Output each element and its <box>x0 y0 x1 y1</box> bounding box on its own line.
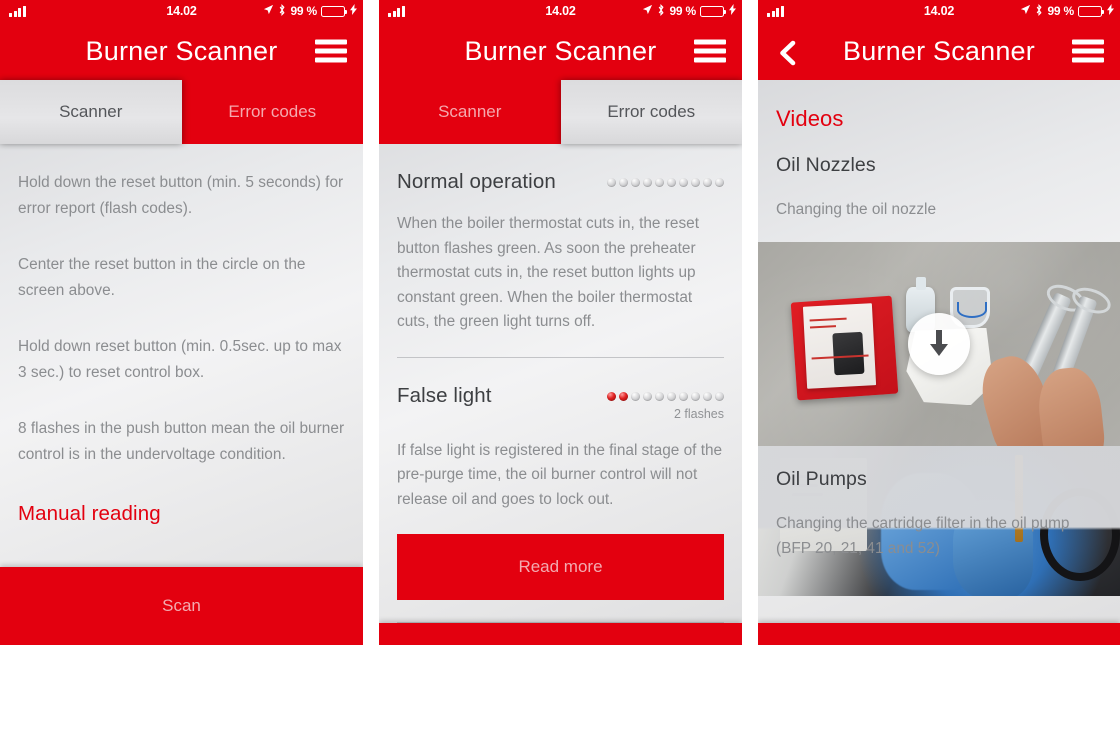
tab-scanner[interactable]: Scanner <box>0 80 182 144</box>
status-right-cluster: 99 % <box>263 4 357 18</box>
bluetooth-icon <box>657 4 665 18</box>
charging-bolt-icon <box>350 4 357 18</box>
status-right-cluster: 99 % <box>642 4 736 18</box>
phone-screen-error-codes-tab: 14.02 99 % Burner Scanner Scanner Error … <box>379 0 742 645</box>
status-right-cluster: 99 % <box>1020 4 1114 18</box>
page-title: Burner Scanner <box>464 35 657 66</box>
hamburger-menu-icon[interactable] <box>315 39 347 63</box>
manual-reading-link[interactable]: Manual reading <box>18 502 345 526</box>
instruction-paragraph-4: 8 flashes in the push button mean the oi… <box>18 420 345 463</box>
video-title: Oil Nozzles <box>776 154 876 176</box>
phone-screen-videos: 14.02 99 % Burner Scanner Videos Oil Noz… <box>758 0 1120 645</box>
nav-bar: Burner Scanner <box>0 22 363 80</box>
flash-led-indicator <box>607 384 724 401</box>
instruction-paragraph-1: Hold down the reset button (min. 5 secon… <box>18 174 344 217</box>
hamburger-menu-icon[interactable] <box>694 39 726 63</box>
section-title: Normal operation <box>397 170 556 193</box>
page-title: Burner Scanner <box>85 35 278 66</box>
error-code-section-normal-operation[interactable]: Normal operation When the boiler thermos… <box>379 144 742 335</box>
nav-bar: Burner Scanner <box>379 22 742 80</box>
scanner-content: Hold down the reset button (min. 5 secon… <box>0 144 363 567</box>
section-title: False light <box>397 383 492 407</box>
video-title: Oil Pumps <box>776 468 867 490</box>
status-bar: 14.02 99 % <box>379 0 742 22</box>
bluetooth-icon <box>278 4 286 18</box>
bluetooth-icon <box>1035 4 1043 18</box>
battery-icon <box>700 5 727 17</box>
tab-error-codes[interactable]: Error codes <box>181 80 363 144</box>
phone-screen-scanner-tab: 14.02 99 % Burner Scanner Scanner Error … <box>0 0 363 645</box>
video-subtitle: Changing the cartridge filter in the oil… <box>776 515 1070 557</box>
videos-content: Videos Oil Nozzles Changing the oil nozz… <box>758 80 1120 645</box>
video-thumbnail-oil-nozzles[interactable] <box>758 242 1120 446</box>
flash-count-label: 2 flashes <box>673 406 724 421</box>
tab-scanner[interactable]: Scanner <box>379 80 561 144</box>
download-arrow-icon[interactable] <box>908 313 970 375</box>
charging-bolt-icon <box>1107 4 1114 18</box>
instruction-paragraph-3: Hold down reset button (min. 0.5sec. up … <box>18 338 342 381</box>
videos-heading: Videos <box>776 106 844 131</box>
status-bar: 14.02 99 % <box>758 0 1120 22</box>
tab-error-codes[interactable]: Error codes <box>560 80 742 144</box>
hamburger-menu-icon[interactable] <box>1072 39 1104 63</box>
battery-percent-label: 99 % <box>290 4 317 18</box>
error-code-section-false-light[interactable]: False light 2 flashes If false light is … <box>379 358 742 513</box>
error-codes-content: Normal operation When the boiler thermos… <box>379 144 742 645</box>
location-arrow-icon <box>1020 4 1031 18</box>
battery-icon <box>321 5 348 17</box>
battery-icon <box>1078 5 1105 17</box>
battery-percent-label: 99 % <box>1047 4 1074 18</box>
bottom-red-bar <box>758 623 1120 645</box>
scan-button[interactable]: Scan <box>0 567 363 645</box>
instruction-paragraph-2: Center the reset button in the circle on… <box>18 256 306 299</box>
section-body: When the boiler thermostat cuts in, the … <box>397 215 699 330</box>
tab-bar: Scanner Error codes <box>0 80 363 144</box>
battery-percent-label: 99 % <box>669 4 696 18</box>
location-arrow-icon <box>642 4 653 18</box>
video-subtitle: Changing the oil nozzle <box>776 201 937 218</box>
status-bar: 14.02 99 % <box>0 0 363 22</box>
page-title: Burner Scanner <box>843 35 1035 66</box>
read-more-button[interactable]: Read more <box>397 534 724 600</box>
nav-bar: Burner Scanner <box>758 22 1120 80</box>
section-body: If false light is registered in the fina… <box>397 441 723 508</box>
flash-led-indicator <box>607 170 724 187</box>
video-item-oil-pumps[interactable]: Oil Pumps Changing the cartridge filter … <box>758 446 1120 596</box>
charging-bolt-icon <box>729 4 736 18</box>
chevron-left-icon[interactable] <box>776 40 798 66</box>
bottom-red-bar <box>379 623 742 645</box>
screenshot-stage: 14.02 99 % Burner Scanner Scanner Error … <box>0 0 1120 747</box>
tab-bar: Scanner Error codes <box>379 80 742 144</box>
location-arrow-icon <box>263 4 274 18</box>
video-item-oil-nozzles[interactable]: Oil Nozzles Changing the oil nozzle <box>758 132 1120 446</box>
